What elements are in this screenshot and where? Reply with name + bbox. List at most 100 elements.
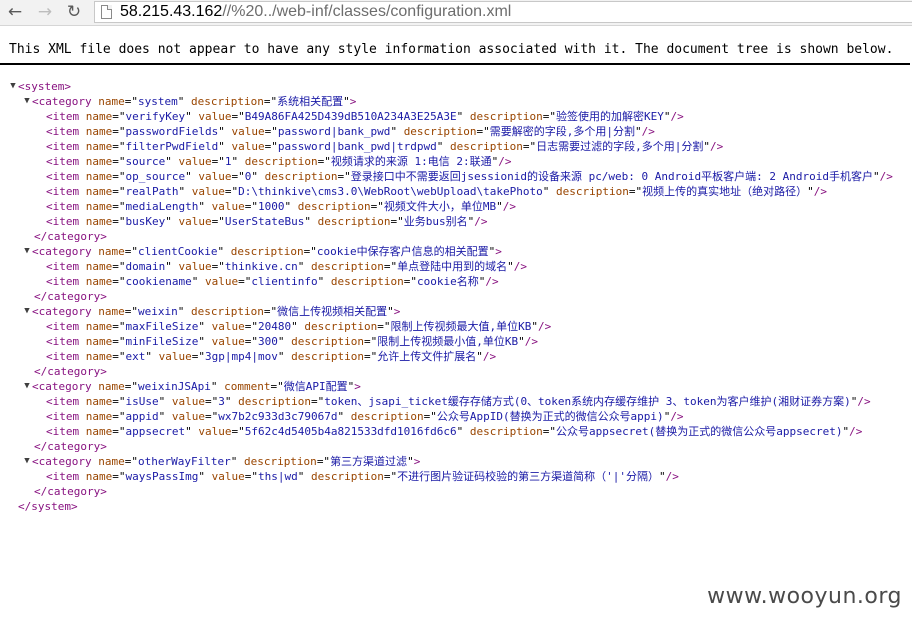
attr-quote: " — [145, 350, 152, 363]
attr-name: name — [98, 380, 125, 393]
attr-quote: =" — [377, 320, 391, 333]
attr-quote: " — [158, 410, 166, 423]
back-arrow-icon[interactable]: ← — [4, 2, 26, 22]
attr-quote: =" — [263, 95, 278, 108]
tag-bracket: /> — [641, 125, 655, 138]
attr-quote: " — [456, 425, 464, 438]
tag-name: category — [38, 305, 92, 318]
attr-quote: =" — [264, 125, 278, 138]
tag-bracket: < — [32, 245, 39, 258]
tag-name: category — [47, 290, 101, 303]
attr-quote: =" — [112, 215, 126, 228]
attr-value: clientinfo — [251, 275, 318, 288]
attr-name: name — [85, 200, 113, 213]
attr-quote: =" — [628, 185, 643, 198]
attr-name: value — [231, 140, 265, 153]
attr-quote: =" — [476, 125, 490, 138]
attr-quote: =" — [263, 305, 278, 318]
tag-name: item — [52, 110, 80, 123]
attr-value: realPath — [125, 185, 179, 198]
attr-quote: =" — [522, 140, 537, 153]
attr-quote: " — [218, 125, 225, 138]
attr-quote: =" — [270, 380, 284, 393]
xml-line: </category> — [0, 364, 912, 379]
attr-quote: " — [185, 110, 192, 123]
attr-value: 3gp|mp4|mov — [205, 350, 278, 363]
tag-name: item — [52, 215, 80, 228]
attr-value: appsecret — [125, 425, 186, 438]
attr-quote: =" — [112, 260, 126, 273]
tag-bracket: /> — [665, 470, 679, 483]
collapse-triangle-icon[interactable]: ▼ — [22, 454, 32, 469]
xml-line: <item name="filterPwdField" value="passw… — [0, 139, 912, 154]
attr-name: value — [204, 275, 239, 288]
attr-value: isUse — [125, 395, 159, 408]
attr-quote: =" — [112, 425, 126, 438]
xml-line: </system> — [0, 499, 912, 514]
tag-name: item — [52, 320, 80, 333]
address-bar[interactable]: 58.215.43.162//%20../web-inf/classes/con… — [94, 1, 912, 23]
tag-bracket: < — [18, 80, 25, 93]
tag-bracket: /> — [670, 110, 684, 123]
tag-name: category — [47, 485, 101, 498]
attr-quote: =" — [112, 125, 126, 138]
attr-name: value — [211, 320, 245, 333]
xml-line: <item name="domain" value="thinkive.cn" … — [0, 259, 912, 274]
attr-quote: " — [251, 170, 258, 183]
attr-quote: =" — [337, 170, 351, 183]
xml-line: <item name="isUse" value="3" description… — [0, 394, 912, 409]
xml-line: <item name="minFileSize" value="300" des… — [0, 334, 912, 349]
attr-quote: " — [177, 95, 185, 108]
attr-value: password|bank_pwd|trdpwd — [277, 140, 437, 153]
collapse-triangle-icon[interactable]: ▼ — [22, 379, 32, 394]
tag-name: item — [52, 350, 80, 363]
reload-icon[interactable]: ↻ — [63, 2, 85, 22]
attr-quote: =" — [112, 470, 126, 483]
attr-name: description — [243, 455, 317, 468]
attr-quote: " — [158, 395, 166, 408]
attr-name: name — [85, 260, 113, 273]
attr-value: wx7b2c933d3c79067d — [218, 410, 338, 423]
attr-quote: " — [456, 110, 464, 123]
xml-line: <item name="waysPassImg" value="ths|wd" … — [0, 469, 912, 484]
attr-value: 日志需要过滤的字段,多个用|分割 — [536, 140, 704, 153]
collapse-triangle-icon[interactable]: ▼ — [22, 244, 32, 259]
forward-arrow-icon[interactable]: → — [34, 2, 56, 22]
tag-bracket: > — [100, 230, 107, 243]
attr-quote: " — [178, 185, 186, 198]
tag-bracket: < — [46, 260, 53, 273]
attr-name: value — [178, 260, 212, 273]
attr-quote: " — [231, 155, 239, 168]
tag-bracket: </ — [34, 485, 48, 498]
xml-line: ▼ <category name="weixin" description="微信… — [0, 304, 912, 319]
xml-line: </category> — [0, 484, 912, 499]
attr-value: 限制上传视频最大值,单位KB — [390, 320, 532, 333]
tag-bracket: </ — [34, 365, 48, 378]
tag-bracket: < — [46, 185, 53, 198]
attr-quote: =" — [112, 350, 126, 363]
xml-line: <item name="maxFileSize" value="20480" d… — [0, 319, 912, 334]
attr-name: name — [85, 170, 113, 183]
collapse-triangle-icon[interactable]: ▼ — [22, 304, 32, 319]
tag-name: category — [47, 365, 101, 378]
tag-name: item — [52, 425, 80, 438]
attr-quote: =" — [383, 260, 398, 273]
xml-line: <item name="realPath" value="D:\thinkive… — [0, 184, 912, 199]
attr-name: value — [171, 410, 205, 423]
collapse-triangle-icon[interactable]: ▼ — [8, 79, 18, 94]
attr-quote: " — [297, 260, 305, 273]
attr-value: 公众号AppID(替换为正式的微信公众号appi) — [436, 410, 664, 423]
attr-quote: =" — [383, 470, 398, 483]
tag-bracket: > — [413, 455, 421, 468]
attr-name: value — [211, 200, 245, 213]
collapse-triangle-icon[interactable]: ▼ — [22, 94, 32, 109]
attr-quote: " — [191, 275, 199, 288]
tag-bracket: < — [46, 395, 53, 408]
attr-value: ths|wd — [257, 470, 298, 483]
tag-name: item — [52, 335, 80, 348]
tag-bracket: > — [71, 500, 78, 513]
watermark: www.wooyun.org — [707, 584, 902, 609]
attr-value: UserStateBus — [224, 215, 305, 228]
url-text[interactable]: 58.215.43.162//%20../web-inf/classes/con… — [120, 2, 511, 22]
xml-line: <item name="mediaLength" value="1000" de… — [0, 199, 912, 214]
